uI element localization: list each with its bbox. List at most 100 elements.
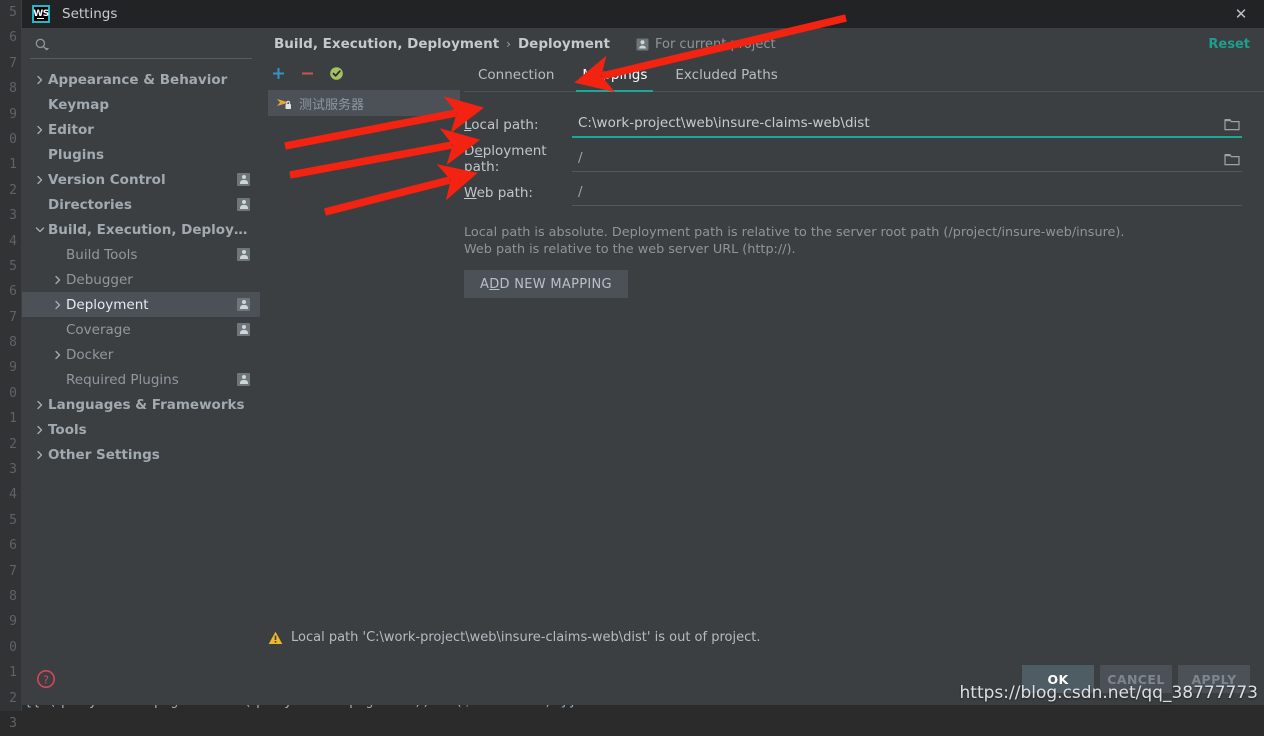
local-path-row: Local path: xyxy=(464,108,1242,142)
sidebar-item-required-plugins[interactable]: Required Plugins xyxy=(22,367,260,392)
deployment-path-label: Deployment path: xyxy=(464,143,572,175)
chevron-right-icon[interactable] xyxy=(32,425,48,435)
project-scope-badge-icon xyxy=(237,173,250,186)
search-input[interactable] xyxy=(30,34,252,59)
line-number: 8 xyxy=(0,584,21,609)
editor-line-number-gutter: 56789012345678901234567890123 xyxy=(0,0,22,711)
line-number: 9 xyxy=(0,609,21,634)
line-number: 1 xyxy=(0,152,21,177)
server-list-item[interactable]: 测试服务器 xyxy=(268,90,460,116)
sidebar-item-keymap[interactable]: Keymap xyxy=(22,92,260,117)
sidebar-item-directories[interactable]: Directories xyxy=(22,192,260,217)
web-path-row: Web path: xyxy=(464,176,1242,210)
local-path-input-wrap xyxy=(572,112,1242,138)
line-number: 7 xyxy=(0,559,21,584)
sidebar-item-coverage[interactable]: Coverage xyxy=(22,317,260,342)
mappings-form: Local path: Deployment path: Web path: Loc… xyxy=(464,92,1264,298)
help-circle-icon[interactable]: ? xyxy=(36,669,56,689)
local-path-label: Local path: xyxy=(464,117,572,133)
remove-server-button[interactable] xyxy=(299,65,315,81)
add-new-mapping-prefix: A xyxy=(480,277,489,292)
chevron-right-icon[interactable] xyxy=(50,350,66,360)
web-path-label-mnemonic: W xyxy=(464,185,477,201)
sidebar-item-build-tools[interactable]: Build Tools xyxy=(22,242,260,267)
server-list: 测试服务器 xyxy=(268,86,460,116)
help-text: Local path is absolute. Deployment path … xyxy=(464,224,1242,258)
project-scope-badge-icon xyxy=(237,323,250,336)
settings-dialog: WS Settings ✕ Appearance & BehaviorKeyma… xyxy=(22,0,1264,705)
web-path-input[interactable] xyxy=(572,184,1242,202)
content-split: 测试服务器 Connection MappingsExcluded Paths L… xyxy=(260,60,1264,653)
tab-label: Connection xyxy=(478,67,554,83)
line-number: 7 xyxy=(0,51,21,76)
sidebar-item-docker[interactable]: Docker xyxy=(22,342,260,367)
reset-link[interactable]: Reset xyxy=(1208,37,1250,52)
line-number: 8 xyxy=(0,330,21,355)
set-default-server-icon[interactable] xyxy=(328,65,344,81)
chevron-right-icon[interactable] xyxy=(50,300,66,310)
deployment-path-input-wrap xyxy=(572,146,1242,172)
deployment-path-browse-folder-icon[interactable] xyxy=(1222,149,1242,169)
sidebar-item-label: Keymap xyxy=(48,97,250,113)
chevron-right-icon[interactable] xyxy=(32,175,48,185)
line-number: 5 xyxy=(0,0,21,25)
chevron-right-icon[interactable] xyxy=(32,75,48,85)
local-path-browse-folder-icon[interactable] xyxy=(1222,114,1242,134)
web-path-input-wrap xyxy=(572,180,1242,206)
deployment-path-label-prefix: D xyxy=(464,143,474,159)
local-path-label-suffix: ocal path: xyxy=(471,117,538,133)
deployment-path-input[interactable] xyxy=(572,150,1218,168)
sidebar-item-label: Editor xyxy=(48,122,250,138)
chevron-down-icon[interactable] xyxy=(32,225,48,235)
sidebar-item-other-settings[interactable]: Other Settings xyxy=(22,442,260,467)
ok-button[interactable]: OK xyxy=(1022,665,1094,693)
breadcrumb-leaf: Deployment xyxy=(518,36,610,52)
add-new-mapping-button[interactable]: ADD NEW MAPPING xyxy=(464,270,628,298)
project-scope-badge-icon xyxy=(237,198,250,211)
tab-excluded-paths[interactable]: Excluded Paths xyxy=(661,67,791,91)
webstorm-logo-icon: WS xyxy=(32,5,50,23)
line-number: 5 xyxy=(0,508,21,533)
validation-warning: Local path 'C:\work-project\web\insure-c… xyxy=(264,630,1264,645)
search-box[interactable] xyxy=(22,28,260,64)
line-number: 1 xyxy=(0,406,21,431)
cancel-button[interactable]: CANCEL xyxy=(1100,665,1172,693)
local-path-input[interactable] xyxy=(572,115,1218,133)
line-number: 3 xyxy=(0,203,21,228)
sidebar-item-plugins[interactable]: Plugins xyxy=(22,142,260,167)
sidebar-item-tools[interactable]: Tools xyxy=(22,417,260,442)
sidebar-item-version-control[interactable]: Version Control xyxy=(22,167,260,192)
sidebar-item-label: Debugger xyxy=(66,272,250,288)
chevron-right-icon[interactable] xyxy=(32,450,48,460)
project-scope-badge-icon xyxy=(237,373,250,386)
project-scope-badge-icon xyxy=(237,248,250,261)
line-number: 1 xyxy=(0,660,21,685)
sidebar-item-deployment[interactable]: Deployment xyxy=(22,292,260,317)
close-icon[interactable]: ✕ xyxy=(1218,0,1264,28)
sidebar-item-debugger[interactable]: Debugger xyxy=(22,267,260,292)
svg-text:?: ? xyxy=(43,673,49,686)
breadcrumb-root[interactable]: Build, Execution, Deployment xyxy=(274,36,499,52)
content-panel: Build, Execution, Deployment › Deploymen… xyxy=(260,28,1264,653)
sidebar-item-build-execution-deployment[interactable]: Build, Execution, Deployment xyxy=(22,217,260,242)
person-badge-icon xyxy=(636,38,649,51)
chevron-right-icon[interactable] xyxy=(32,400,48,410)
chevron-right-icon[interactable] xyxy=(50,275,66,285)
sidebar-item-editor[interactable]: Editor xyxy=(22,117,260,142)
line-number: 6 xyxy=(0,25,21,50)
mapping-fields: Local path: Deployment path: Web path: xyxy=(464,108,1242,210)
tab-mappings[interactable]: Mappings xyxy=(568,67,661,91)
tab-connection[interactable]: Connection xyxy=(464,67,568,91)
sidebar-item-label: Other Settings xyxy=(48,447,250,463)
sidebar-item-languages-frameworks[interactable]: Languages & Frameworks xyxy=(22,392,260,417)
web-path-label: Web path: xyxy=(464,185,572,201)
add-new-mapping-suffix: D NEW MAPPING xyxy=(500,277,612,292)
line-number: 8 xyxy=(0,76,21,101)
add-server-button[interactable] xyxy=(270,65,286,81)
line-number: 2 xyxy=(0,686,21,711)
apply-button[interactable]: APPLY xyxy=(1178,665,1250,693)
sidebar-item-appearance-behavior[interactable]: Appearance & Behavior xyxy=(22,67,260,92)
line-number: 4 xyxy=(0,229,21,254)
chevron-right-icon[interactable] xyxy=(32,125,48,135)
settings-tree-panel: Appearance & Behavior Keymap Editor Plugins… xyxy=(22,28,260,653)
